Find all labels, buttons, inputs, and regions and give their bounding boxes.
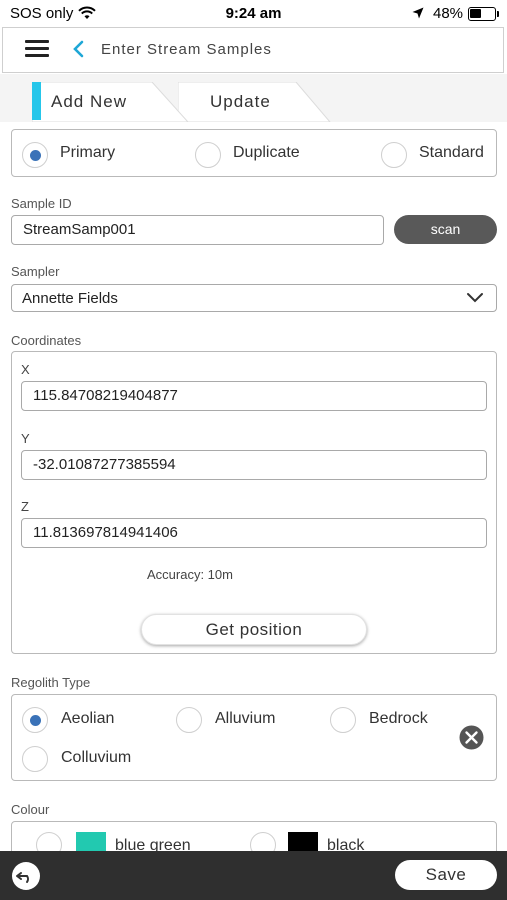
radio-alluvium[interactable] — [176, 707, 202, 733]
radio-colluvium[interactable] — [22, 746, 48, 772]
radio-primary-label: Primary — [60, 144, 116, 161]
x-coordinate-input[interactable]: 115.84708219404877 — [21, 381, 487, 411]
z-label: Z — [21, 499, 29, 514]
sample-type-group: Primary Duplicate Standard — [11, 129, 497, 177]
menu-icon[interactable] — [25, 40, 49, 58]
chevron-down-icon — [467, 293, 483, 303]
location-arrow-icon — [412, 7, 424, 19]
battery-nub — [497, 11, 499, 17]
y-label: Y — [21, 431, 30, 446]
clock: 9:24 am — [225, 5, 282, 22]
radio-colluvium-label: Colluvium — [61, 749, 132, 766]
undo-icon — [16, 872, 29, 883]
sampler-select[interactable]: Annette Fields — [11, 284, 497, 312]
get-position-button[interactable]: Get position — [141, 614, 367, 645]
tab-bar: Update Add New — [0, 74, 507, 122]
app-header: Enter Stream Samples — [2, 27, 504, 73]
tab-update[interactable]: Update — [178, 82, 333, 122]
sampler-label: Sampler — [11, 264, 60, 279]
radio-standard[interactable] — [381, 142, 407, 168]
radio-duplicate[interactable] — [195, 142, 221, 168]
battery-percent: 48% — [433, 5, 464, 22]
tab-update-label: Update — [210, 92, 271, 111]
active-tab-indicator — [32, 82, 41, 120]
sample-id-label: Sample ID — [11, 196, 72, 211]
y-coordinate-input[interactable]: -32.01087277385594 — [21, 450, 487, 480]
accuracy-text: Accuracy: 10m — [147, 567, 233, 582]
z-coordinate-input[interactable]: 11.813697814941406 — [21, 518, 487, 548]
coordinates-label: Coordinates — [11, 333, 82, 348]
scan-button[interactable]: scan — [394, 215, 497, 244]
x-label: X — [21, 362, 30, 377]
undo-button[interactable] — [12, 862, 40, 890]
radio-bedrock-label: Bedrock — [369, 710, 428, 727]
regolith-type-label: Regolith Type — [11, 675, 91, 690]
save-button[interactable]: Save — [395, 860, 497, 890]
radio-bedrock[interactable] — [330, 707, 356, 733]
sample-id-input[interactable]: StreamSamp001 — [11, 215, 384, 245]
bottom-action-bar: Save — [0, 851, 507, 900]
status-bar: SOS only 9:24 am 48% — [0, 0, 507, 28]
radio-aeolian-label: Aeolian — [61, 710, 115, 727]
tab-add-new[interactable]: Add New — [32, 82, 192, 122]
back-chevron-icon[interactable] — [71, 39, 85, 59]
clear-circle-icon[interactable] — [459, 725, 484, 750]
colour-label: Colour — [11, 802, 50, 817]
radio-alluvium-label: Alluvium — [215, 710, 276, 727]
battery-icon — [468, 7, 496, 21]
radio-standard-label: Standard — [419, 144, 484, 161]
radio-aeolian[interactable] — [22, 707, 48, 733]
page-title: Enter Stream Samples — [101, 41, 272, 58]
radio-duplicate-label: Duplicate — [233, 144, 300, 161]
tab-add-new-label: Add New — [51, 92, 127, 111]
battery-fill — [470, 9, 481, 18]
radio-primary[interactable] — [22, 142, 48, 168]
regolith-type-group — [11, 694, 497, 781]
sampler-value: Annette Fields — [22, 290, 118, 307]
